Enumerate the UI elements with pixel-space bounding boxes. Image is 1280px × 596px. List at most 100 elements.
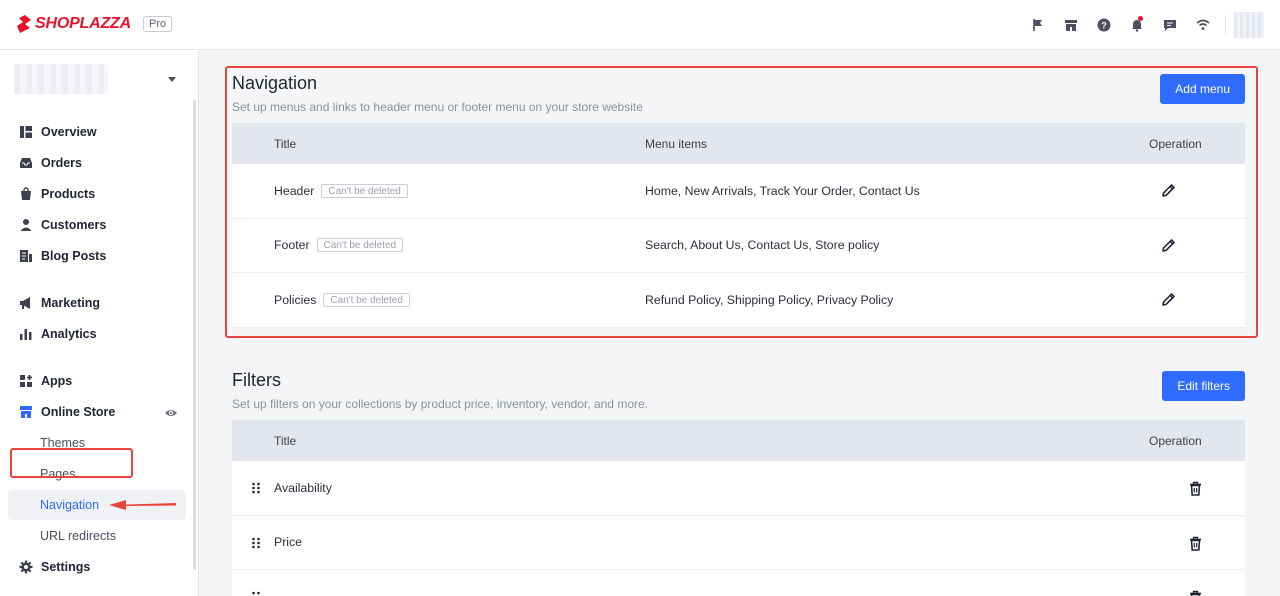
shoplazza-logo-icon [17,15,31,33]
apps-icon [18,374,33,389]
person-icon [18,218,33,233]
brand-name: SHOPLAZZA [35,15,131,32]
top-bar: SHOPLAZZA Pro ? [0,0,1280,50]
navigation-title: Navigation [232,73,318,93]
main-content: Navigation Set up menus and links to hea… [200,50,1280,596]
inbox-icon [18,156,33,171]
chevron-down-icon[interactable] [168,77,176,82]
sidebar: Overview Orders Products Customers Blog … [0,50,199,596]
sidebar-item-overview[interactable]: Overview [8,118,186,146]
bar-chart-icon [18,327,33,342]
trash-icon[interactable] [1188,536,1203,551]
sidebar-scrollbar[interactable] [193,100,196,570]
overview-icon [18,125,33,140]
cannot-delete-tag: Can't be deleted [323,292,410,307]
wifi-icon[interactable] [1186,0,1219,50]
table-row[interactable]: Policies Can't be deleted Refund Policy,… [232,273,1245,328]
sidebar-item-orders[interactable]: Orders [8,149,186,177]
table-row[interactable]: Footer Can't be deleted Search, About Us… [232,219,1245,273]
row-title: Policies [274,292,317,307]
trash-icon[interactable] [1188,590,1203,596]
edit-filters-button[interactable]: Edit filters [1162,371,1245,401]
navigation-section: Navigation Set up menus and links to hea… [232,73,1245,333]
sidebar-item-apps[interactable]: Apps [8,367,186,395]
table-row[interactable]: Header Can't be deleted Home, New Arriva… [232,164,1245,219]
column-operation: Operation [1149,433,1202,448]
sidebar-item-blog-posts[interactable]: Blog Posts [8,242,186,270]
sidebar-item-label: Customers [41,218,107,232]
notification-dot [1138,16,1143,21]
row-menu-items: Refund Policy, Shipping Policy, Privacy … [645,292,894,307]
row-title-cell: Policies Can't be deleted [274,292,410,307]
sidebar-item-online-store[interactable]: Online Store [8,398,186,426]
sidebar-item-label: Marketing [41,296,101,310]
gear-icon [18,560,33,575]
row-title: Footer [274,238,310,253]
svg-text:?: ? [1101,21,1107,31]
table-header: Title Operation [232,420,1245,461]
filters-description: Set up filters on your collections by pr… [232,397,648,411]
sidebar-item-label: Analytics [41,327,97,341]
bag-icon [18,187,33,202]
navigation-table: Title Menu items Operation Header Can't … [232,123,1245,328]
sidebar-item-analytics[interactable]: Analytics [8,320,186,348]
bell-icon[interactable] [1120,0,1153,50]
column-title: Title [274,433,297,448]
sidebar-subitem-label: URL redirects [40,529,116,543]
store-icon[interactable] [1054,0,1087,50]
trash-icon[interactable] [1188,481,1203,496]
sidebar-item-marketing[interactable]: Marketing [8,289,186,317]
drag-handle-icon[interactable] [251,482,261,494]
add-menu-button[interactable]: Add menu [1160,74,1245,104]
top-icons: ? [1021,0,1264,50]
table-header: Title Menu items Operation [232,123,1245,164]
cannot-delete-tag: Can't be deleted [321,183,408,198]
plan-badge: Pro [142,16,173,32]
filters-title: Filters [232,370,281,390]
row-title-cell: Header Can't be deleted [274,183,408,198]
row-menu-items: Search, About Us, Contact Us, Store poli… [645,238,880,253]
chat-icon[interactable] [1153,0,1186,50]
drag-handle-icon[interactable] [251,537,261,549]
pencil-icon[interactable] [1161,238,1176,253]
megaphone-icon [18,296,33,311]
column-title: Title [274,136,297,151]
divider [1225,15,1226,35]
help-icon[interactable]: ? [1087,0,1120,50]
table-row[interactable]: Availability [232,461,1245,516]
row-title: Header [274,183,315,198]
page-scrollbar[interactable] [1276,50,1280,596]
column-menu-items: Menu items [645,136,708,151]
cannot-delete-tag: Can't be deleted [316,238,404,253]
pencil-icon[interactable] [1161,183,1176,198]
sidebar-item-customers[interactable]: Customers [8,211,186,239]
shoplazza-logo[interactable]: SHOPLAZZA Pro [16,14,173,34]
document-icon [18,249,33,264]
row-title-cell: Footer Can't be deleted [274,238,404,253]
storefront-icon [18,405,33,420]
row-title: Availability [274,480,332,495]
sidebar-item-label: Overview [41,125,97,139]
column-operation: Operation [1149,136,1202,151]
row-menu-items: Home, New Arrivals, Track Your Order, Co… [645,183,920,198]
flag-icon[interactable] [1021,0,1054,50]
filters-section: Filters Set up filters on your collectio… [232,370,1245,596]
sidebar-item-label: Apps [41,374,73,388]
sidebar-subitem-label: Navigation [40,498,100,512]
filters-table: Title Operation Availability Price [232,420,1245,596]
store-switcher[interactable] [14,62,184,96]
table-row[interactable] [232,570,1245,596]
sidebar-subitem-url-redirects[interactable]: URL redirects [8,521,186,551]
red-arrow-annotation [109,500,176,510]
highlight-box-online-store [10,448,133,478]
avatar[interactable] [1234,12,1264,38]
drag-handle-icon[interactable] [251,591,261,596]
table-row[interactable]: Price [232,516,1245,570]
eye-icon[interactable] [164,406,178,420]
pencil-icon[interactable] [1161,292,1176,307]
sidebar-item-products[interactable]: Products [8,180,186,208]
navigation-description: Set up menus and links to header menu or… [232,100,643,114]
sidebar-item-label: Products [41,187,96,201]
sidebar-item-settings[interactable]: Settings [8,553,186,581]
row-title: Price [274,535,303,550]
